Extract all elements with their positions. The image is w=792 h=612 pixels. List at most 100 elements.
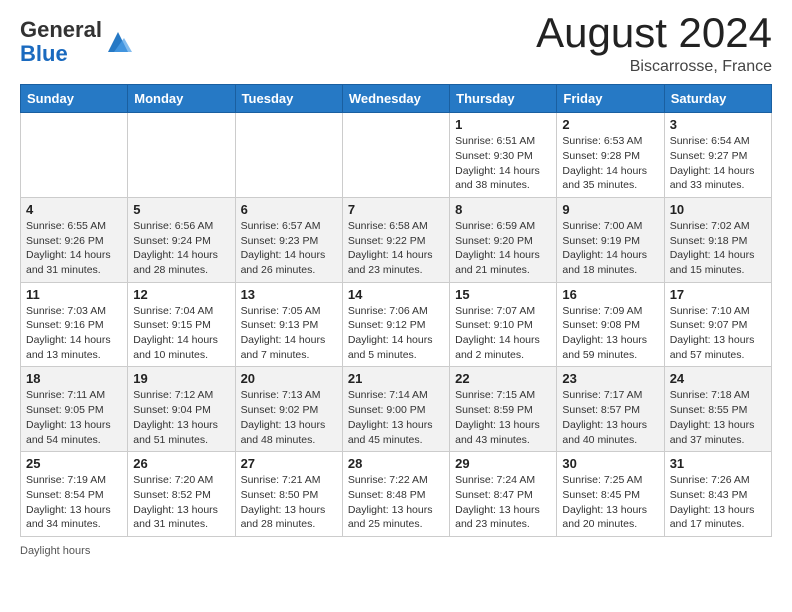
- calendar-cell: 19 Sunrise: 7:12 AM Sunset: 9:04 PM Dayli…: [128, 367, 235, 452]
- page-header: General Blue August 2024 Biscarrosse, Fr…: [20, 10, 772, 76]
- day-number: 25: [26, 456, 122, 471]
- calendar-week-row: 11 Sunrise: 7:03 AM Sunset: 9:16 PM Dayli…: [21, 282, 772, 367]
- day-number: 9: [562, 202, 658, 217]
- day-info: Sunrise: 7:03 AM Sunset: 9:16 PM Dayligh…: [26, 304, 122, 363]
- calendar-header-row: SundayMondayTuesdayWednesdayThursdayFrid…: [21, 85, 772, 113]
- day-info: Sunrise: 7:07 AM Sunset: 9:10 PM Dayligh…: [455, 304, 551, 363]
- day-info: Sunrise: 7:20 AM Sunset: 8:52 PM Dayligh…: [133, 473, 229, 532]
- calendar-table: SundayMondayTuesdayWednesdayThursdayFrid…: [20, 84, 772, 537]
- day-info: Sunrise: 7:17 AM Sunset: 8:57 PM Dayligh…: [562, 388, 658, 447]
- day-number: 18: [26, 371, 122, 386]
- day-info: Sunrise: 6:57 AM Sunset: 9:23 PM Dayligh…: [241, 219, 337, 278]
- day-info: Sunrise: 7:22 AM Sunset: 8:48 PM Dayligh…: [348, 473, 444, 532]
- day-info: Sunrise: 6:53 AM Sunset: 9:28 PM Dayligh…: [562, 134, 658, 193]
- calendar-cell: [128, 113, 235, 198]
- day-info: Sunrise: 6:54 AM Sunset: 9:27 PM Dayligh…: [670, 134, 766, 193]
- day-info: Sunrise: 7:06 AM Sunset: 9:12 PM Dayligh…: [348, 304, 444, 363]
- day-info: Sunrise: 7:00 AM Sunset: 9:19 PM Dayligh…: [562, 219, 658, 278]
- calendar-cell: 16 Sunrise: 7:09 AM Sunset: 9:08 PM Dayli…: [557, 282, 664, 367]
- day-number: 10: [670, 202, 766, 217]
- calendar-cell: 20Sunrise: 7:13 AM Sunset: 9:02 PM Dayli…: [235, 367, 342, 452]
- calendar-cell: 2 Sunrise: 6:53 AM Sunset: 9:28 PM Daylig…: [557, 113, 664, 198]
- day-number: 16: [562, 287, 658, 302]
- day-number: 26: [133, 456, 229, 471]
- calendar-cell: 24 Sunrise: 7:18 AM Sunset: 8:55 PM Dayli…: [664, 367, 771, 452]
- calendar-cell: 22 Sunrise: 7:15 AM Sunset: 8:59 PM Dayli…: [450, 367, 557, 452]
- calendar-cell: 5 Sunrise: 6:56 AM Sunset: 9:24 PM Daylig…: [128, 197, 235, 282]
- calendar-cell: 15Sunrise: 7:07 AM Sunset: 9:10 PM Dayli…: [450, 282, 557, 367]
- calendar-cell: 7 Sunrise: 6:58 AM Sunset: 9:22 PM Daylig…: [342, 197, 449, 282]
- logo-icon: [104, 28, 132, 56]
- day-number: 8: [455, 202, 551, 217]
- day-of-week-header: Sunday: [21, 85, 128, 113]
- day-number: 13: [241, 287, 337, 302]
- day-number: 23: [562, 371, 658, 386]
- calendar-cell: 6 Sunrise: 6:57 AM Sunset: 9:23 PM Daylig…: [235, 197, 342, 282]
- logo: General Blue: [20, 18, 132, 66]
- day-of-week-header: Saturday: [664, 85, 771, 113]
- calendar-cell: [21, 113, 128, 198]
- calendar-cell: 8 Sunrise: 6:59 AM Sunset: 9:20 PM Daylig…: [450, 197, 557, 282]
- calendar-cell: 9 Sunrise: 7:00 AM Sunset: 9:19 PM Daylig…: [557, 197, 664, 282]
- day-number: 6: [241, 202, 337, 217]
- calendar-cell: 4 Sunrise: 6:55 AM Sunset: 9:26 PM Daylig…: [21, 197, 128, 282]
- day-info: Sunrise: 7:26 AM Sunset: 8:43 PM Dayligh…: [670, 473, 766, 532]
- day-number: 24: [670, 371, 766, 386]
- calendar-week-row: 25 Sunrise: 7:19 AM Sunset: 8:54 PM Dayli…: [21, 452, 772, 537]
- day-info: Sunrise: 6:55 AM Sunset: 9:26 PM Dayligh…: [26, 219, 122, 278]
- calendar-cell: 23 Sunrise: 7:17 AM Sunset: 8:57 PM Dayli…: [557, 367, 664, 452]
- calendar-cell: 30 Sunrise: 7:25 AM Sunset: 8:45 PM Dayli…: [557, 452, 664, 537]
- day-number: 31: [670, 456, 766, 471]
- calendar-cell: 27Sunrise: 7:21 AM Sunset: 8:50 PM Dayli…: [235, 452, 342, 537]
- day-info: Sunrise: 7:13 AM Sunset: 9:02 PM Dayligh…: [241, 388, 337, 447]
- calendar-cell: 31 Sunrise: 7:26 AM Sunset: 8:43 PM Dayli…: [664, 452, 771, 537]
- day-info: Sunrise: 7:02 AM Sunset: 9:18 PM Dayligh…: [670, 219, 766, 278]
- day-number: 5: [133, 202, 229, 217]
- day-info: Sunrise: 7:25 AM Sunset: 8:45 PM Dayligh…: [562, 473, 658, 532]
- day-number: 19: [133, 371, 229, 386]
- day-number: 27: [241, 456, 337, 471]
- day-number: 30: [562, 456, 658, 471]
- calendar-cell: 28 Sunrise: 7:22 AM Sunset: 8:48 PM Dayli…: [342, 452, 449, 537]
- day-of-week-header: Monday: [128, 85, 235, 113]
- day-number: 3: [670, 117, 766, 132]
- day-number: 11: [26, 287, 122, 302]
- day-info: Sunrise: 7:18 AM Sunset: 8:55 PM Dayligh…: [670, 388, 766, 447]
- calendar-cell: 3 Sunrise: 6:54 AM Sunset: 9:27 PM Daylig…: [664, 113, 771, 198]
- day-number: 22: [455, 371, 551, 386]
- calendar-cell: 14 Sunrise: 7:06 AM Sunset: 9:12 PM Dayli…: [342, 282, 449, 367]
- day-info: Sunrise: 7:09 AM Sunset: 9:08 PM Dayligh…: [562, 304, 658, 363]
- day-number: 7: [348, 202, 444, 217]
- day-number: 29: [455, 456, 551, 471]
- calendar-cell: 17Sunrise: 7:10 AM Sunset: 9:07 PM Dayli…: [664, 282, 771, 367]
- day-of-week-header: Thursday: [450, 85, 557, 113]
- day-info: Sunrise: 6:56 AM Sunset: 9:24 PM Dayligh…: [133, 219, 229, 278]
- day-of-week-header: Tuesday: [235, 85, 342, 113]
- logo-general-text: General: [20, 17, 102, 42]
- calendar-cell: [235, 113, 342, 198]
- day-number: 17: [670, 287, 766, 302]
- day-info: Sunrise: 6:59 AM Sunset: 9:20 PM Dayligh…: [455, 219, 551, 278]
- calendar-cell: 25 Sunrise: 7:19 AM Sunset: 8:54 PM Dayli…: [21, 452, 128, 537]
- day-number: 2: [562, 117, 658, 132]
- day-number: 4: [26, 202, 122, 217]
- day-number: 28: [348, 456, 444, 471]
- location-title: Biscarrosse, France: [536, 58, 772, 76]
- day-info: Sunrise: 7:24 AM Sunset: 8:47 PM Dayligh…: [455, 473, 551, 532]
- calendar-week-row: 1Sunrise: 6:51 AM Sunset: 9:30 PM Daylig…: [21, 113, 772, 198]
- day-info: Sunrise: 6:58 AM Sunset: 9:22 PM Dayligh…: [348, 219, 444, 278]
- day-info: Sunrise: 7:12 AM Sunset: 9:04 PM Dayligh…: [133, 388, 229, 447]
- day-info: Sunrise: 7:15 AM Sunset: 8:59 PM Dayligh…: [455, 388, 551, 447]
- day-info: Sunrise: 7:19 AM Sunset: 8:54 PM Dayligh…: [26, 473, 122, 532]
- logo-blue-text: Blue: [20, 41, 68, 66]
- calendar-cell: 21Sunrise: 7:14 AM Sunset: 9:00 PM Dayli…: [342, 367, 449, 452]
- calendar-cell: 12Sunrise: 7:04 AM Sunset: 9:15 PM Dayli…: [128, 282, 235, 367]
- day-info: Sunrise: 7:05 AM Sunset: 9:13 PM Dayligh…: [241, 304, 337, 363]
- calendar-cell: 26 Sunrise: 7:20 AM Sunset: 8:52 PM Dayli…: [128, 452, 235, 537]
- day-number: 14: [348, 287, 444, 302]
- day-of-week-header: Wednesday: [342, 85, 449, 113]
- day-number: 12: [133, 287, 229, 302]
- calendar-cell: 13 Sunrise: 7:05 AM Sunset: 9:13 PM Dayli…: [235, 282, 342, 367]
- calendar-cell: 1Sunrise: 6:51 AM Sunset: 9:30 PM Daylig…: [450, 113, 557, 198]
- month-title: August 2024: [536, 10, 772, 56]
